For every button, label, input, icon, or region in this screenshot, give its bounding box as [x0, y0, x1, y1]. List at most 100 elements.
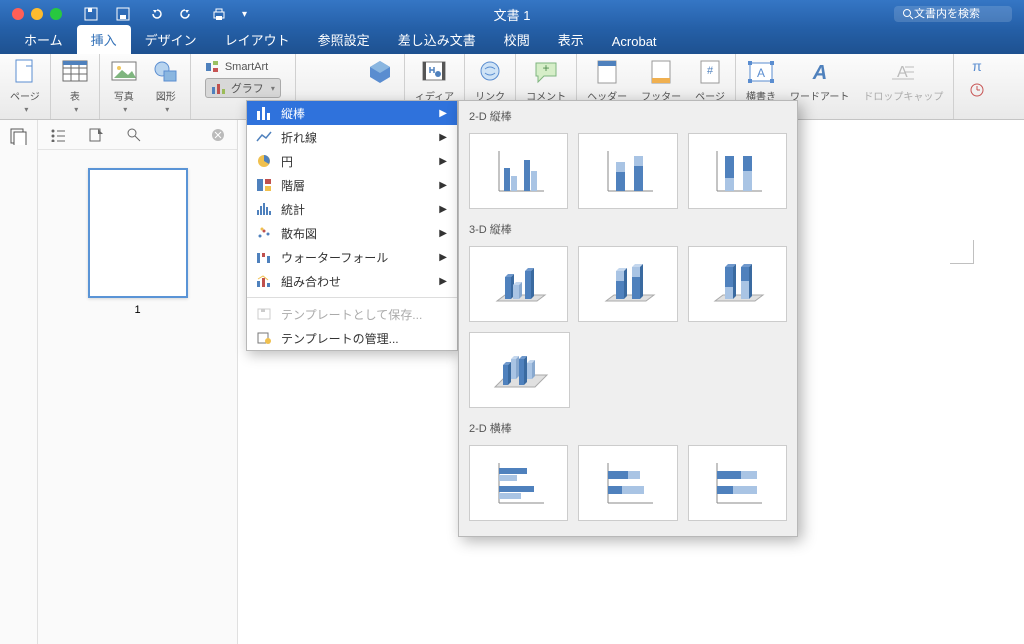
- thumbnails-toggle-icon[interactable]: [0, 120, 37, 145]
- chart-option-stacked-column-3d[interactable]: [578, 246, 677, 322]
- chevron-right-icon: ▶: [439, 228, 447, 239]
- ribbon-dropcap-button[interactable]: Aドロップキャップ: [863, 58, 943, 103]
- titlebar: ▾ 文書 1: [0, 0, 1024, 28]
- picture-icon: [110, 58, 138, 86]
- tab-insert[interactable]: 挿入: [77, 25, 131, 54]
- save-template-icon: [253, 305, 275, 323]
- undo-icon[interactable]: [146, 5, 164, 23]
- equation-icon[interactable]: π: [968, 58, 986, 74]
- menu-line[interactable]: 折れ線▶: [247, 125, 457, 149]
- chevron-down-icon: ▾: [74, 105, 78, 114]
- chart-option-stacked-column-2d[interactable]: [578, 133, 677, 209]
- histogram-icon: [253, 200, 275, 218]
- ribbon-pictures-button[interactable]: 写真▾: [110, 58, 138, 114]
- chevron-right-icon: ▶: [439, 156, 447, 167]
- chevron-right-icon: ▶: [439, 276, 447, 287]
- ribbon-3d-model-button[interactable]: X: [366, 58, 394, 99]
- ribbon-wordart-button[interactable]: Aワードアート: [790, 58, 849, 103]
- menu-combo[interactable]: 組み合わせ▶: [247, 269, 457, 293]
- page-number-icon: #: [696, 58, 724, 86]
- ribbon-chart-button[interactable]: グラフ▾: [205, 78, 281, 98]
- 3d-model-icon: [366, 58, 394, 86]
- tab-layout[interactable]: レイアウト: [211, 25, 304, 54]
- chart-option-clustered-column-2d[interactable]: [469, 133, 568, 209]
- chart-option-clustered-bar-2d[interactable]: [469, 445, 568, 521]
- chevron-right-icon: ▶: [439, 252, 447, 263]
- dropcap-icon: A: [889, 58, 917, 86]
- chevron-right-icon: ▶: [439, 204, 447, 215]
- menu-waterfall[interactable]: ウォーターフォール▶: [247, 245, 457, 269]
- save-icon[interactable]: [114, 5, 132, 23]
- chevron-right-icon: ▶: [439, 180, 447, 191]
- waterfall-chart-icon: [253, 248, 275, 266]
- close-panel-icon[interactable]: [211, 128, 225, 142]
- quick-access-toolbar: ▾: [74, 5, 255, 23]
- chart-option-stacked-bar-2d[interactable]: [578, 445, 677, 521]
- ribbon-pages-button[interactable]: ページ▾: [10, 58, 40, 114]
- menu-hierarchy[interactable]: 階層▶: [247, 173, 457, 197]
- find-icon[interactable]: [126, 127, 142, 143]
- search-icon: [902, 8, 914, 20]
- tab-review[interactable]: 校閲: [490, 25, 544, 54]
- chevron-down-icon: ▾: [24, 105, 28, 114]
- hierarchy-chart-icon: [253, 176, 275, 194]
- ribbon-shapes-button[interactable]: 図形▾: [152, 58, 180, 114]
- wordart-icon: A: [806, 58, 834, 86]
- page-corner-mark: [950, 240, 974, 264]
- submenu-header-2d-bar: 2-D 横棒: [459, 413, 797, 440]
- outline-icon[interactable]: [50, 128, 66, 142]
- search-box[interactable]: [894, 6, 1012, 22]
- chevron-down-icon: ▾: [271, 84, 275, 93]
- print-icon[interactable]: [210, 5, 228, 23]
- maximize-window-icon[interactable]: [50, 8, 62, 20]
- scatter-chart-icon: [253, 224, 275, 242]
- qat-customize-icon[interactable]: ▾: [242, 9, 247, 20]
- column-chart-icon: [253, 104, 275, 122]
- line-chart-icon: [253, 128, 275, 146]
- smartart-icon: [205, 60, 221, 74]
- submenu-header-3d-column: 3-D 縦棒: [459, 214, 797, 241]
- ribbon-page-number-button[interactable]: #ページ: [695, 58, 725, 103]
- chart-option-100-stacked-column-3d[interactable]: [688, 246, 787, 322]
- menu-statistic[interactable]: 統計▶: [247, 197, 457, 221]
- tab-design[interactable]: デザイン: [131, 25, 211, 54]
- svg-text:+: +: [543, 61, 550, 75]
- comment-icon: +: [532, 58, 560, 86]
- chevron-down-icon: ▾: [123, 105, 127, 114]
- date-time-icon[interactable]: [968, 82, 986, 98]
- close-window-icon[interactable]: [12, 8, 24, 20]
- ribbon-textbox-button[interactable]: A横書き: [746, 58, 776, 103]
- ribbon-comment-button[interactable]: +コメント: [526, 58, 566, 103]
- chart-option-column-3d[interactable]: [469, 332, 570, 408]
- svg-text:π: π: [973, 58, 983, 74]
- chart-icon: [211, 81, 227, 95]
- autosave-icon[interactable]: [82, 5, 100, 23]
- svg-text:#: #: [707, 65, 714, 77]
- redo-icon[interactable]: [178, 5, 196, 23]
- menu-column[interactable]: 縦棒▶: [247, 101, 457, 125]
- manage-templates-icon: [253, 329, 275, 347]
- markup-icon[interactable]: [88, 127, 104, 143]
- window-title: 文書 1: [494, 5, 531, 24]
- menu-manage-templates[interactable]: テンプレートの管理...: [247, 326, 457, 350]
- ribbon-table-button[interactable]: 表▾: [61, 58, 89, 114]
- chart-option-100-stacked-bar-2d[interactable]: [688, 445, 787, 521]
- window-controls: [0, 8, 74, 20]
- tab-view[interactable]: 表示: [544, 25, 598, 54]
- menu-scatter[interactable]: 散布図▶: [247, 221, 457, 245]
- tab-acrobat[interactable]: Acrobat: [598, 29, 671, 54]
- textbox-icon: A: [747, 58, 775, 86]
- tab-references[interactable]: 参照設定: [304, 25, 384, 54]
- search-input[interactable]: [914, 8, 1004, 20]
- ribbon-footer-button[interactable]: フッター: [641, 58, 681, 103]
- menu-pie[interactable]: 円▶: [247, 149, 457, 173]
- page-thumbnail[interactable]: [88, 168, 188, 298]
- chart-option-100-stacked-column-2d[interactable]: [688, 133, 787, 209]
- tab-mailings[interactable]: 差し込み文書: [384, 25, 490, 54]
- menu-separator: [247, 297, 457, 298]
- ribbon-smartart-button[interactable]: SmartArt: [205, 60, 268, 74]
- tab-home[interactable]: ホーム: [10, 25, 77, 54]
- ribbon-header-button[interactable]: ヘッダー: [587, 58, 627, 103]
- chart-option-clustered-column-3d[interactable]: [469, 246, 568, 322]
- minimize-window-icon[interactable]: [31, 8, 43, 20]
